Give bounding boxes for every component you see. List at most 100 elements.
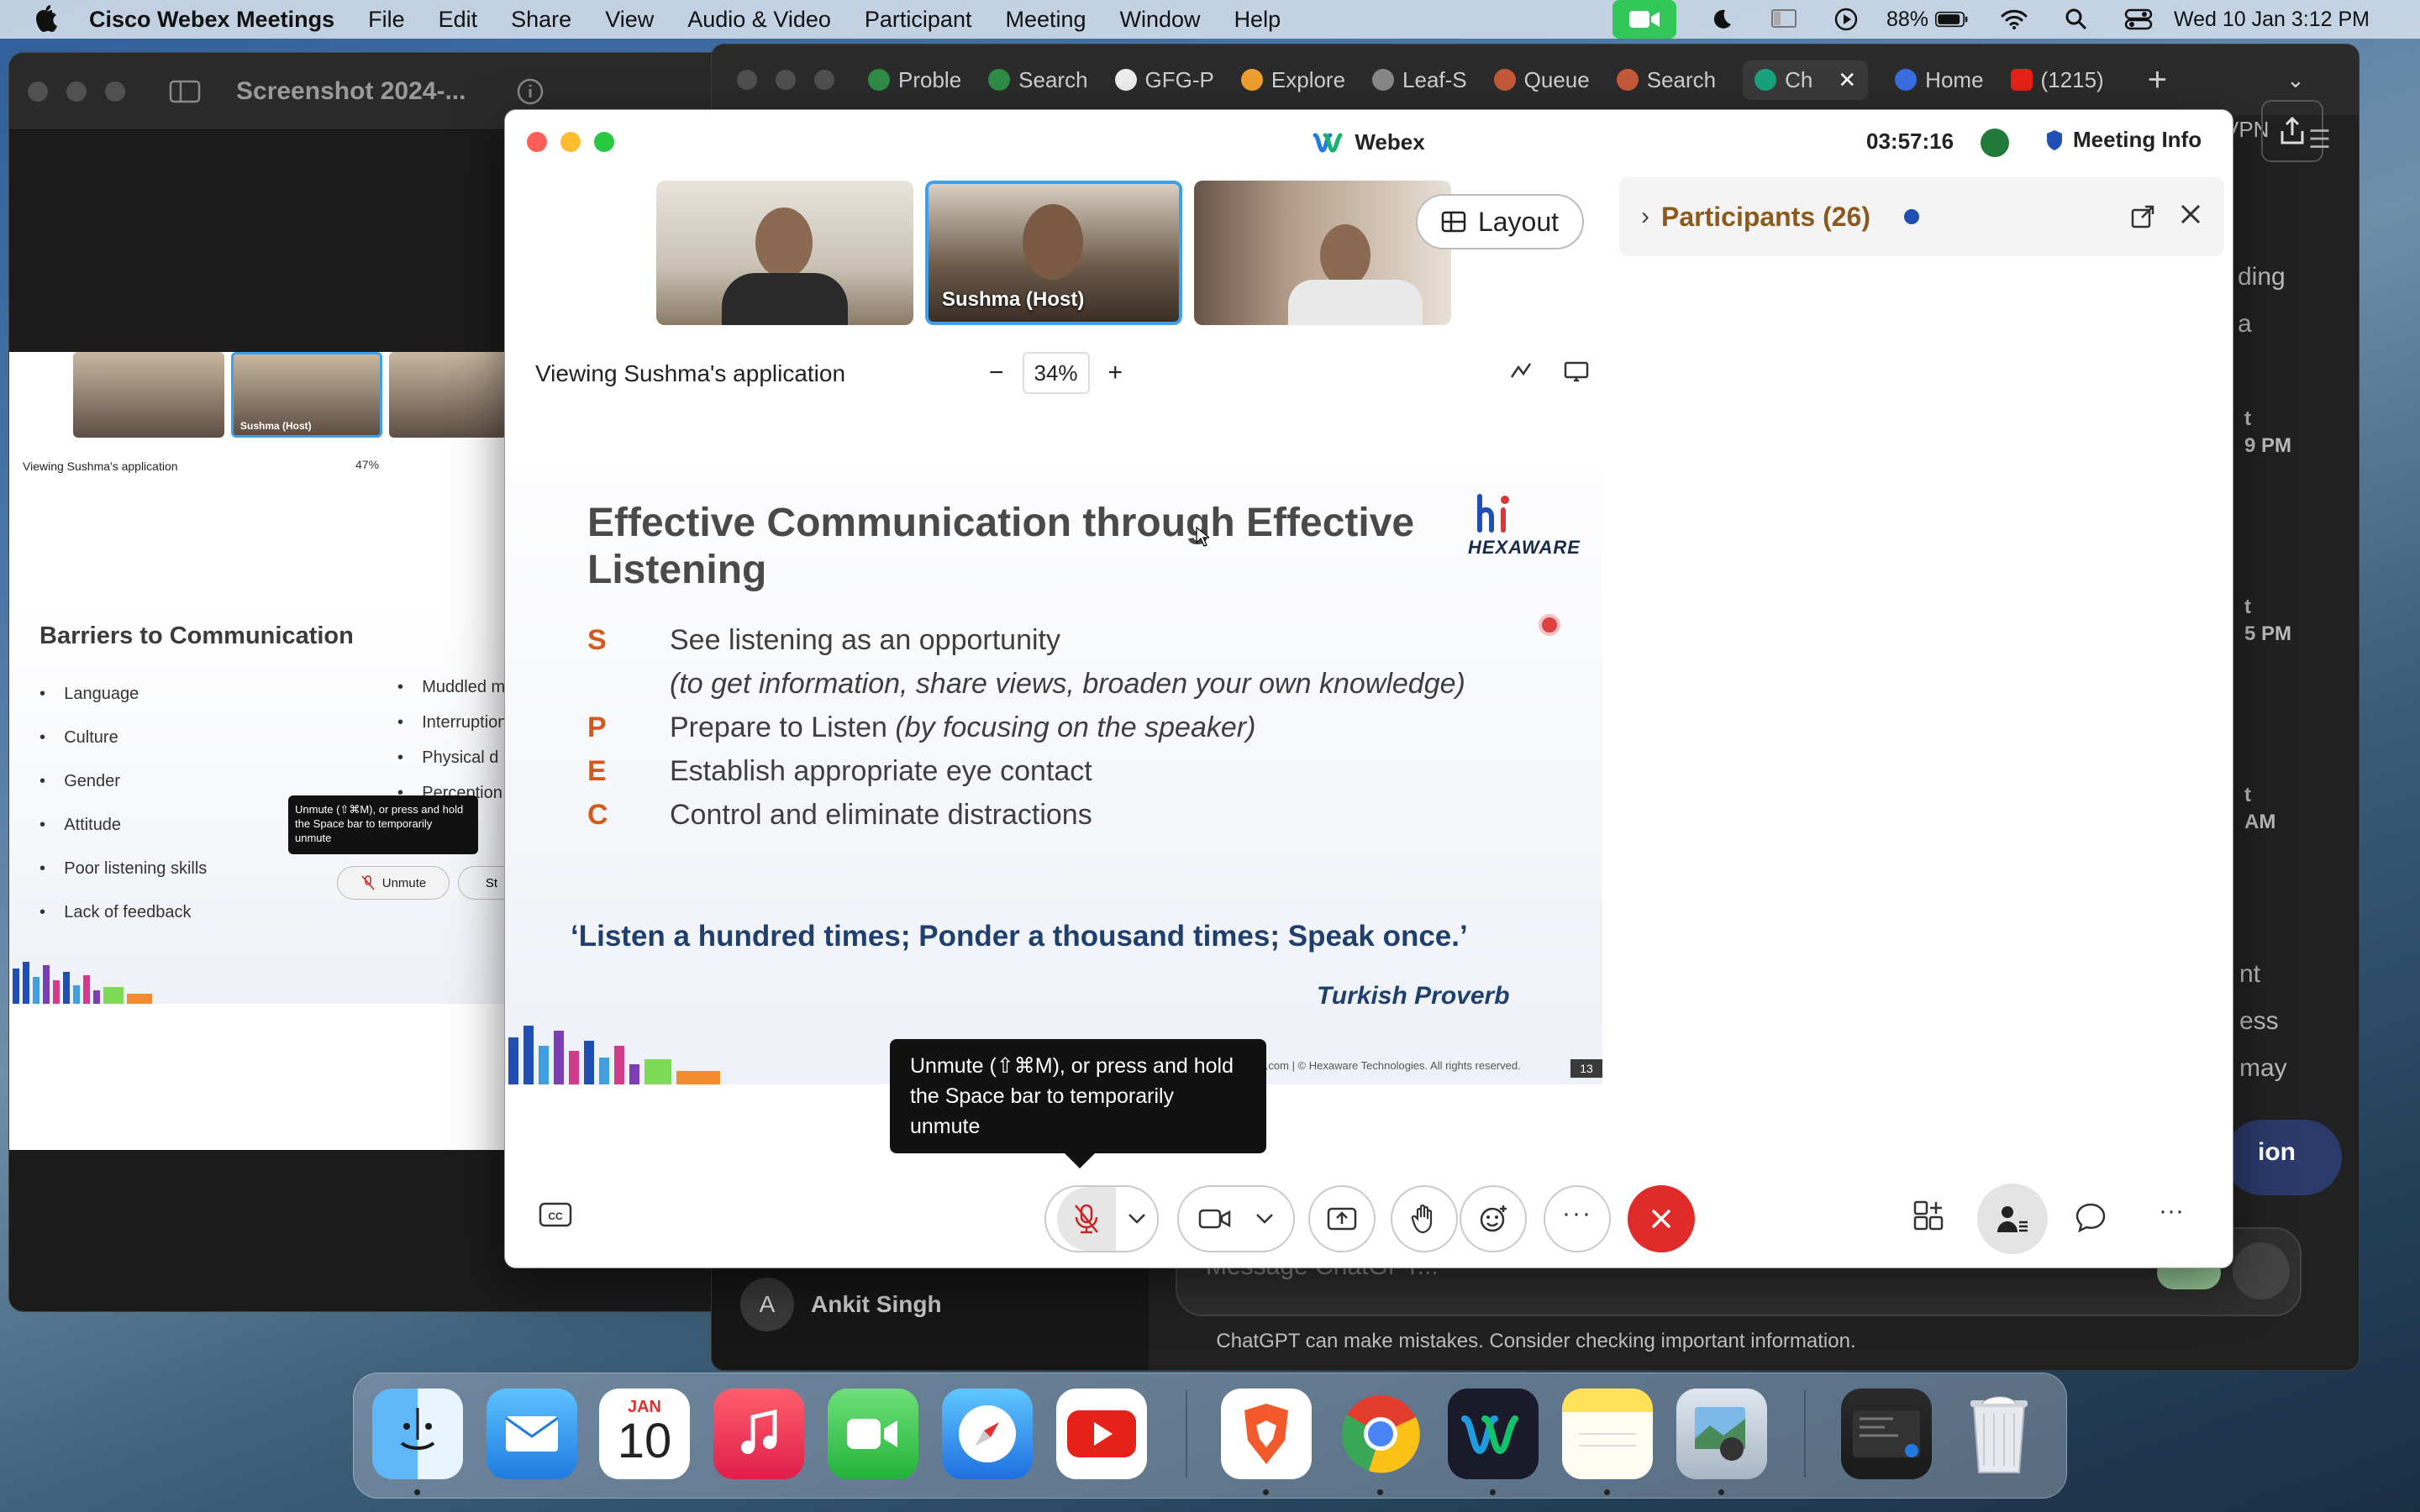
chevron-down-icon[interactable] [1255, 1213, 1274, 1225]
chevron-down-icon[interactable] [1128, 1213, 1146, 1225]
zoom-dot[interactable] [814, 70, 834, 90]
action-button[interactable]: ion [2224, 1120, 2342, 1195]
layout-button[interactable]: Layout [1416, 194, 1584, 249]
participant-thumbnail[interactable] [73, 352, 224, 438]
share-screen-button[interactable] [1308, 1185, 1376, 1252]
meeting-info-button[interactable]: Meeting Info [2044, 127, 2202, 153]
meeting-control-bar: CC ··· ··· [505, 1168, 2233, 1268]
chrome-icon[interactable] [1335, 1389, 1426, 1479]
participant-video[interactable] [1194, 181, 1451, 325]
mail-icon[interactable] [487, 1389, 577, 1479]
send-icon[interactable] [2233, 1242, 2290, 1299]
safari-icon[interactable] [942, 1389, 1033, 1479]
unmute-button[interactable]: Unmute [337, 866, 450, 900]
zoom-value[interactable]: 34% [1022, 352, 1090, 394]
signal-icon[interactable] [1981, 129, 2009, 157]
facetime-camera-icon[interactable] [1612, 0, 1676, 39]
browser-tab[interactable]: Leaf-S [1372, 67, 1467, 93]
battery-icon[interactable] [1934, 5, 1969, 34]
screen-mirroring-icon[interactable] [1767, 5, 1801, 34]
recent-window-thumbnail[interactable] [1841, 1389, 1932, 1479]
browser-tab[interactable]: Home [1895, 67, 1984, 93]
end-call-button[interactable] [1628, 1185, 1695, 1252]
close-icon[interactable] [2179, 202, 2202, 226]
chat-icon[interactable] [2075, 1202, 2107, 1232]
browser-tab[interactable]: Proble [868, 67, 961, 93]
participants-header[interactable]: › Participants (26) [1619, 177, 2224, 256]
moon-icon[interactable] [1705, 5, 1739, 34]
browser-tab[interactable]: Explore [1240, 67, 1345, 93]
pop-out-icon[interactable] [2130, 204, 2155, 229]
new-tab-icon[interactable]: + [2148, 61, 2167, 99]
brave-browser-icon[interactable] [1221, 1389, 1312, 1479]
trash-icon[interactable] [1954, 1389, 2044, 1479]
slide-line: (to get information, share views, broade… [670, 668, 1465, 700]
zoom-in-button[interactable]: + [1108, 359, 1123, 387]
host-video[interactable]: Sushma (Host) [925, 181, 1182, 325]
menu-view[interactable]: View [605, 7, 654, 33]
play-circle-icon[interactable] [1829, 5, 1863, 34]
chevron-down-icon[interactable]: ⌄ [2286, 67, 2305, 93]
minimize-dot[interactable] [776, 70, 796, 90]
zoom-out-button[interactable]: − [989, 359, 1004, 387]
slide-line: See listening as an opportunity [670, 624, 1060, 656]
calendar-day: 10 [617, 1413, 672, 1468]
search-icon[interactable] [2060, 5, 2093, 34]
menu-window[interactable]: Window [1120, 7, 1201, 33]
browser-tab[interactable]: Search [1616, 67, 1716, 93]
app-name[interactable]: Cisco Webex Meetings [89, 7, 334, 33]
finder-icon[interactable] [372, 1389, 463, 1479]
menu-lines-icon[interactable]: ☰ [2308, 125, 2331, 155]
menu-share[interactable]: Share [511, 7, 571, 33]
raise-hand-button[interactable] [1391, 1185, 1458, 1252]
participant-thumbnail[interactable] [389, 352, 507, 438]
menu-audio-video[interactable]: Audio & Video [687, 7, 831, 33]
zoom-value[interactable]: 47% [355, 458, 379, 471]
menu-meeting[interactable]: Meeting [1005, 7, 1086, 33]
notes-icon[interactable] [1562, 1389, 1653, 1479]
smiley-icon [1480, 1205, 1507, 1232]
host-thumbnail[interactable]: Sushma (Host) [231, 352, 382, 438]
sidebar-icon[interactable] [169, 80, 203, 103]
browser-tab[interactable]: (1215) [2010, 67, 2104, 93]
chevron-right-icon[interactable]: › [1641, 202, 1649, 231]
minimize-dot[interactable] [66, 81, 87, 102]
zoom-dot[interactable] [105, 81, 125, 102]
remote-control-icon[interactable] [1564, 360, 1589, 382]
webex-app-icon[interactable] [1448, 1389, 1539, 1479]
control-center-icon[interactable] [2122, 5, 2155, 34]
calendar-icon[interactable]: JAN 10 [599, 1389, 690, 1479]
menu-edit[interactable]: Edit [439, 7, 478, 33]
close-dot[interactable] [28, 81, 48, 102]
browser-tab[interactable]: Search [988, 67, 1088, 93]
user-profile[interactable]: A Ankit Singh [740, 1278, 942, 1331]
reactions-button[interactable] [1460, 1185, 1527, 1252]
menu-file[interactable]: File [368, 7, 405, 33]
apple-icon[interactable] [32, 3, 60, 35]
youtube-icon[interactable] [1056, 1389, 1147, 1479]
participants-button[interactable] [1977, 1184, 2048, 1254]
menu-help[interactable]: Help [1234, 7, 1281, 33]
music-icon[interactable] [713, 1389, 804, 1479]
browser-tab[interactable]: Queue [1493, 67, 1590, 93]
annotate-icon[interactable] [1508, 360, 1534, 382]
more-options-button[interactable]: ··· [1544, 1185, 1611, 1252]
menu-participant[interactable]: Participant [865, 7, 972, 33]
browser-tab-active[interactable]: Ch ✕ [1743, 60, 1869, 100]
participant-video[interactable] [656, 181, 913, 325]
browser-tab[interactable]: GFG-P [1114, 67, 1214, 93]
laser-pointer [1542, 617, 1557, 633]
wifi-icon[interactable] [1997, 5, 2031, 34]
facetime-icon[interactable] [828, 1389, 918, 1479]
apps-icon[interactable] [1912, 1200, 1945, 1234]
video-button[interactable] [1177, 1185, 1295, 1252]
unmute-button[interactable] [1044, 1185, 1159, 1252]
clock[interactable]: Wed 10 Jan 3:12 PM [2174, 8, 2370, 32]
chat-sidebar: A Ankit Singh [712, 1254, 1149, 1370]
info-icon[interactable] [516, 77, 544, 106]
closed-captions-icon[interactable]: CC [539, 1202, 572, 1229]
mic-muted-icon[interactable] [1057, 1187, 1116, 1251]
preview-app-icon[interactable] [1676, 1389, 1767, 1479]
more-icon[interactable]: ··· [2159, 1197, 2184, 1226]
close-dot[interactable] [737, 70, 757, 90]
